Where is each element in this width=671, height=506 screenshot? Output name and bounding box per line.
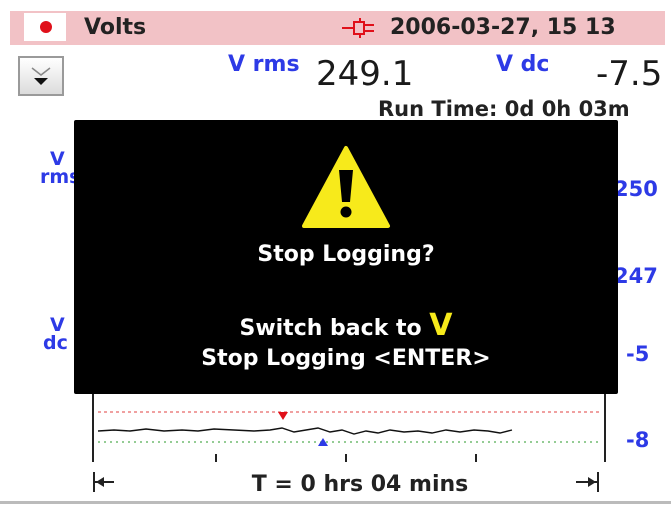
title-bar: Volts 2006-03-27, 15 13 bbox=[10, 11, 665, 45]
run-time: Run Time: 0d 0h 03m bbox=[378, 97, 630, 121]
record-indicator bbox=[24, 13, 66, 41]
vdc-value: -7.5 bbox=[596, 54, 663, 94]
vrms-label: V rms bbox=[228, 52, 300, 77]
vdc-label: V dc bbox=[496, 52, 550, 77]
mode-label: Volts bbox=[84, 15, 147, 40]
time-span-bar: T = 0 hrs 04 mins bbox=[90, 462, 610, 502]
warning-icon bbox=[302, 146, 390, 228]
record-dot-icon bbox=[40, 21, 52, 33]
datetime: 2006-03-27, 15 13 bbox=[390, 15, 616, 40]
vrms-value: 249.1 bbox=[316, 54, 414, 94]
bottom-divider bbox=[0, 501, 671, 504]
dialog-title: Stop Logging? bbox=[257, 242, 435, 267]
dialog-instruction-enter[interactable]: Stop Logging <ENTER> bbox=[74, 346, 618, 371]
trend-plot bbox=[97, 411, 600, 462]
vrms-min-label: 247 bbox=[614, 264, 658, 288]
plug-icon bbox=[342, 18, 374, 38]
vdc-min-label: -8 bbox=[626, 428, 650, 452]
dialog-instruction-switch: Switch back to V bbox=[74, 308, 618, 343]
max-marker-icon bbox=[278, 412, 288, 420]
vdc-trace bbox=[97, 427, 513, 435]
scroll-down-button[interactable] bbox=[18, 56, 64, 96]
meter-screen: Volts 2006-03-27, 15 13 V rms 249.1 V dc… bbox=[0, 0, 671, 506]
vdc-max-label: -5 bbox=[626, 342, 650, 366]
vdc-axis-label-unit: dc bbox=[43, 332, 68, 354]
volts-mode-symbol: V bbox=[429, 308, 453, 343]
down-arrow-icon bbox=[31, 67, 51, 85]
dialog-switch-text: Switch back to bbox=[239, 316, 422, 341]
stop-logging-dialog: Stop Logging? Switch back to V Stop Logg… bbox=[74, 120, 618, 394]
trend-graph bbox=[92, 390, 606, 462]
vrms-max-label: 250 bbox=[614, 177, 658, 201]
time-span-label: T = 0 hrs 04 mins bbox=[251, 472, 469, 497]
